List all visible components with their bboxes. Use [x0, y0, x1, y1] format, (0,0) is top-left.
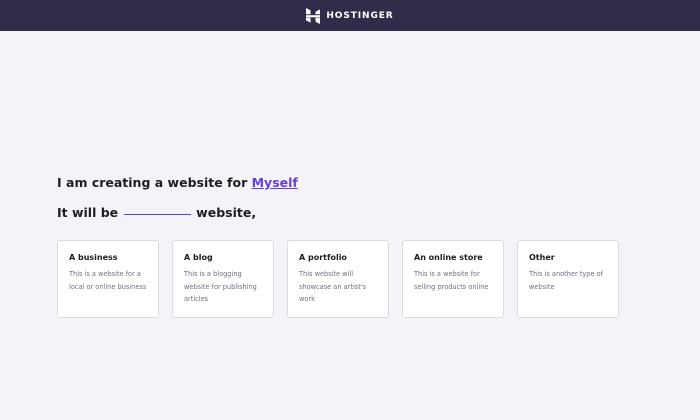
brand-name: HOSTINGER — [326, 10, 394, 21]
option-description: This is a blogging website for publishin… — [184, 270, 257, 303]
option-description: This is another type of website — [529, 270, 603, 291]
website-type-sentence: It will be website, — [57, 205, 256, 220]
website-type-options: A business This is a website for a local… — [57, 240, 619, 318]
option-card-other[interactable]: Other This is another type of website — [517, 240, 619, 318]
option-description: This website will showcase an artist's w… — [299, 270, 367, 303]
purpose-choice-link[interactable]: Myself — [252, 175, 298, 190]
option-title: A portfolio — [299, 253, 347, 262]
option-description: This is a website for selling products o… — [414, 270, 489, 291]
hostinger-logo-icon — [306, 7, 321, 24]
type-suffix: website, — [196, 205, 257, 220]
option-card-blog[interactable]: A blog This is a blogging website for pu… — [172, 240, 274, 318]
website-type-blank — [124, 213, 192, 215]
option-title: Other — [529, 253, 555, 262]
option-title: A blog — [184, 253, 213, 262]
option-description: This is a website for a local or online … — [69, 270, 147, 291]
purpose-prefix: I am creating a website for — [57, 175, 248, 190]
top-header-bar: HOSTINGER — [0, 0, 700, 31]
option-title: A business — [69, 253, 118, 262]
option-card-business[interactable]: A business This is a website for a local… — [57, 240, 159, 318]
brand[interactable]: HOSTINGER — [306, 7, 394, 24]
website-purpose-sentence: I am creating a website for Myself — [57, 175, 298, 190]
type-prefix: It will be — [57, 205, 119, 220]
option-card-portfolio[interactable]: A portfolio This website will showcase a… — [287, 240, 389, 318]
option-title: An online store — [414, 253, 483, 262]
option-card-online-store[interactable]: An online store This is a website for se… — [402, 240, 504, 318]
